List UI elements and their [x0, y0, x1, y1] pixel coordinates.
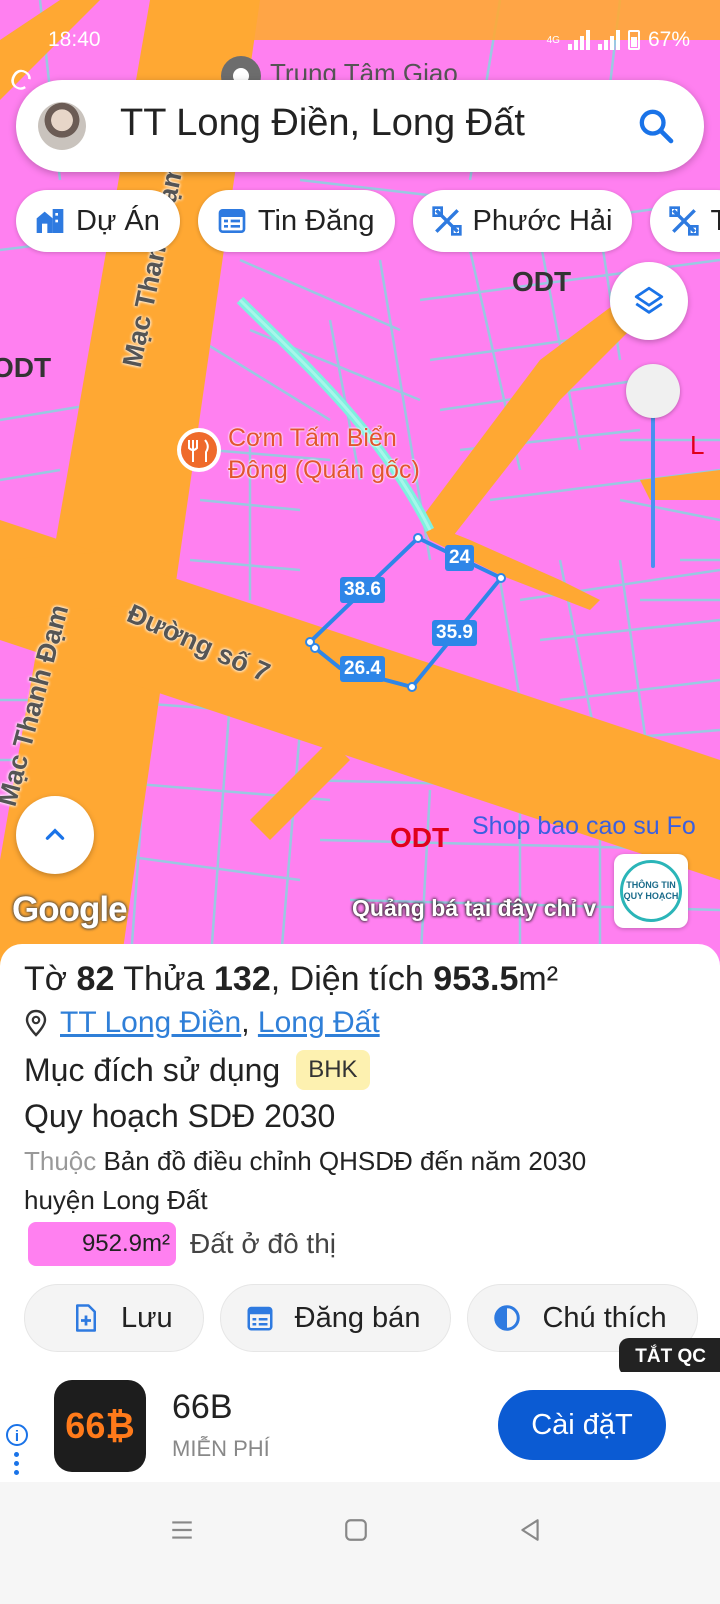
- planning-info-badge[interactable]: THÔNG TIN QUY HOẠCH: [614, 854, 688, 928]
- ad-menu-icon[interactable]: [14, 1452, 20, 1479]
- plan-source-label: Thuộc: [24, 1146, 97, 1176]
- land-use-badge: BHK: [296, 1050, 370, 1090]
- save-label: Lưu: [121, 1301, 173, 1334]
- map-view[interactable]: Trung Tâm Giao C Cơm Tấm Biển Đông (Quán…: [0, 0, 720, 970]
- badge-line1: THÔNG TIN: [626, 880, 676, 890]
- app-logo[interactable]: 66₿: [54, 1380, 146, 1472]
- parcel-title: Tờ 82 Thửa 132, Diện tích 953.5m²: [24, 960, 558, 999]
- status-bar: 18:40 4G 67%: [48, 26, 690, 56]
- map-label-restaurant[interactable]: Cơm Tấm Biển Đông (Quán gốc): [228, 422, 420, 486]
- battery-icon: [627, 30, 640, 50]
- layers-icon: [634, 286, 664, 314]
- parcel-edge-label: 24: [445, 545, 475, 571]
- search-bar[interactable]: TT Long Điền, Long Đất: [16, 80, 704, 172]
- search-query[interactable]: TT Long Điền, Long Đất: [120, 102, 525, 145]
- plan-title: Quy hoạch SDĐ 2030: [24, 1098, 336, 1134]
- contrast-icon: [494, 1305, 521, 1331]
- land-use-row: Mục đích sử dụng BHK: [24, 1050, 370, 1090]
- home-button[interactable]: [336, 1510, 376, 1550]
- sheet-number: 82: [76, 960, 115, 998]
- restaurant-name-line2: Đông (Quán gốc): [228, 456, 420, 484]
- expand-up-button[interactable]: [16, 796, 94, 874]
- parcel-location: TT Long Điền, Long Đất: [24, 1006, 380, 1040]
- save-file-icon: [76, 1304, 96, 1332]
- parcel-edge-label: 35.9: [432, 620, 477, 646]
- sheet-label: Tờ: [24, 960, 68, 998]
- avatar[interactable]: [38, 102, 86, 150]
- zone-label-odt-right: ODT: [512, 266, 572, 297]
- menu-icon: [172, 1521, 192, 1539]
- app-price: MIỄN PHÍ: [172, 1436, 270, 1461]
- location-link-district[interactable]: Long Đất: [258, 1006, 380, 1039]
- planning-info-logo: THÔNG TIN QUY HOẠCH: [620, 860, 682, 922]
- chip-du-an[interactable]: Dự Án: [16, 190, 180, 252]
- ad-banner[interactable]: i 66₿ 66B MIỄN PHÍ Cài đặT: [0, 1372, 720, 1482]
- app-name[interactable]: 66B: [172, 1388, 233, 1427]
- opacity-slider-handle[interactable]: [626, 364, 680, 418]
- chip-phuoc-hai[interactable]: Phước Hải: [412, 190, 633, 252]
- chip-label: Tin Đăng: [257, 204, 375, 237]
- chip-tin-dang[interactable]: Tin Đăng: [197, 190, 395, 252]
- building-icon: [36, 209, 64, 233]
- plot-label: Thửa: [123, 960, 205, 998]
- plan-source-text: Bản đồ điều chỉnh QHSDĐ đến năm 2030 huy…: [24, 1146, 587, 1215]
- status-indicators: 4G 67%: [547, 28, 690, 52]
- land-use-label: Mục đích sử dụng: [24, 1051, 281, 1088]
- tools-icon: [669, 206, 700, 236]
- restaurant-pin-icon[interactable]: [177, 428, 221, 472]
- zone-label-edge-right: L: [690, 430, 705, 460]
- network-type: 4G: [546, 34, 560, 46]
- location-separator: ,: [241, 1006, 250, 1039]
- area-value: 953.5: [433, 960, 519, 998]
- chip-label: Phước Hải: [472, 204, 613, 237]
- location-pin-icon: [25, 1009, 47, 1037]
- parcel-edge-label: 38.6: [340, 577, 385, 603]
- recents-button[interactable]: [162, 1510, 202, 1550]
- post-sale-label: Đăng bán: [294, 1301, 421, 1334]
- zone-legend-row: 952.9m² Đất ở đô thị: [28, 1222, 336, 1266]
- map-label-shop[interactable]: Shop bao cao su Fo: [472, 812, 696, 841]
- back-button[interactable]: [510, 1510, 550, 1550]
- parcel-info-sheet: Tờ 82 Thửa 132, Diện tích 953.5m² TT Lon…: [0, 944, 720, 1364]
- restaurant-name-line1: Cơm Tấm Biển: [228, 424, 397, 452]
- chevron-up-icon: [45, 828, 65, 840]
- listing-icon: [218, 209, 246, 233]
- save-button[interactable]: Lưu: [24, 1284, 204, 1352]
- zone-description: Đất ở đô thị: [190, 1228, 336, 1259]
- filter-chips: Dự Án Tin Đăng Phước Hải T: [16, 190, 720, 252]
- layers-button[interactable]: [610, 262, 688, 340]
- chip-label: T: [710, 204, 720, 237]
- tools-icon: [431, 206, 462, 236]
- home-square-icon: [345, 1519, 367, 1541]
- signal-icon: [597, 30, 620, 50]
- back-triangle-icon: [521, 1519, 539, 1541]
- ad-info-icon[interactable]: i: [6, 1424, 28, 1446]
- calendar-icon: [247, 1306, 273, 1331]
- chip-more[interactable]: T: [650, 190, 720, 252]
- system-nav-bar: [0, 1482, 720, 1604]
- google-attribution: Google: [12, 890, 128, 929]
- signal-icon: [567, 30, 590, 50]
- action-buttons: Lưu Đăng bán Chú thích: [24, 1284, 698, 1352]
- search-icon[interactable]: [636, 106, 676, 146]
- plan-source: Thuộc Bản đồ điều chỉnh QHSDĐ đến năm 20…: [24, 1142, 664, 1220]
- map-ad-banner[interactable]: Quảng bá tại đây chỉ v: [352, 895, 596, 922]
- plot-number: 132: [214, 960, 271, 998]
- area-label: , Diện tích: [270, 960, 424, 998]
- location-link-town[interactable]: TT Long Điền: [60, 1006, 241, 1039]
- badge-line2: QUY HOẠCH: [623, 891, 679, 901]
- close-ad-button[interactable]: TẮT QC: [619, 1338, 720, 1376]
- area-unit: m²: [518, 960, 559, 998]
- opacity-slider-track[interactable]: [651, 392, 655, 568]
- battery-level: 67%: [647, 28, 690, 51]
- legend-label: Chú thích: [542, 1301, 667, 1334]
- chip-label: Dự Án: [76, 204, 160, 237]
- parcel-edge-label: 26.4: [340, 656, 385, 682]
- status-time: 18:40: [48, 28, 101, 51]
- zone-area-swatch: 952.9m²: [28, 1222, 176, 1266]
- install-button[interactable]: Cài đặT: [498, 1390, 666, 1460]
- zone-label-odt-bottom: ODT: [390, 822, 450, 853]
- zone-label-odt-left: ODT: [0, 352, 52, 383]
- post-sale-button[interactable]: Đăng bán: [219, 1284, 452, 1352]
